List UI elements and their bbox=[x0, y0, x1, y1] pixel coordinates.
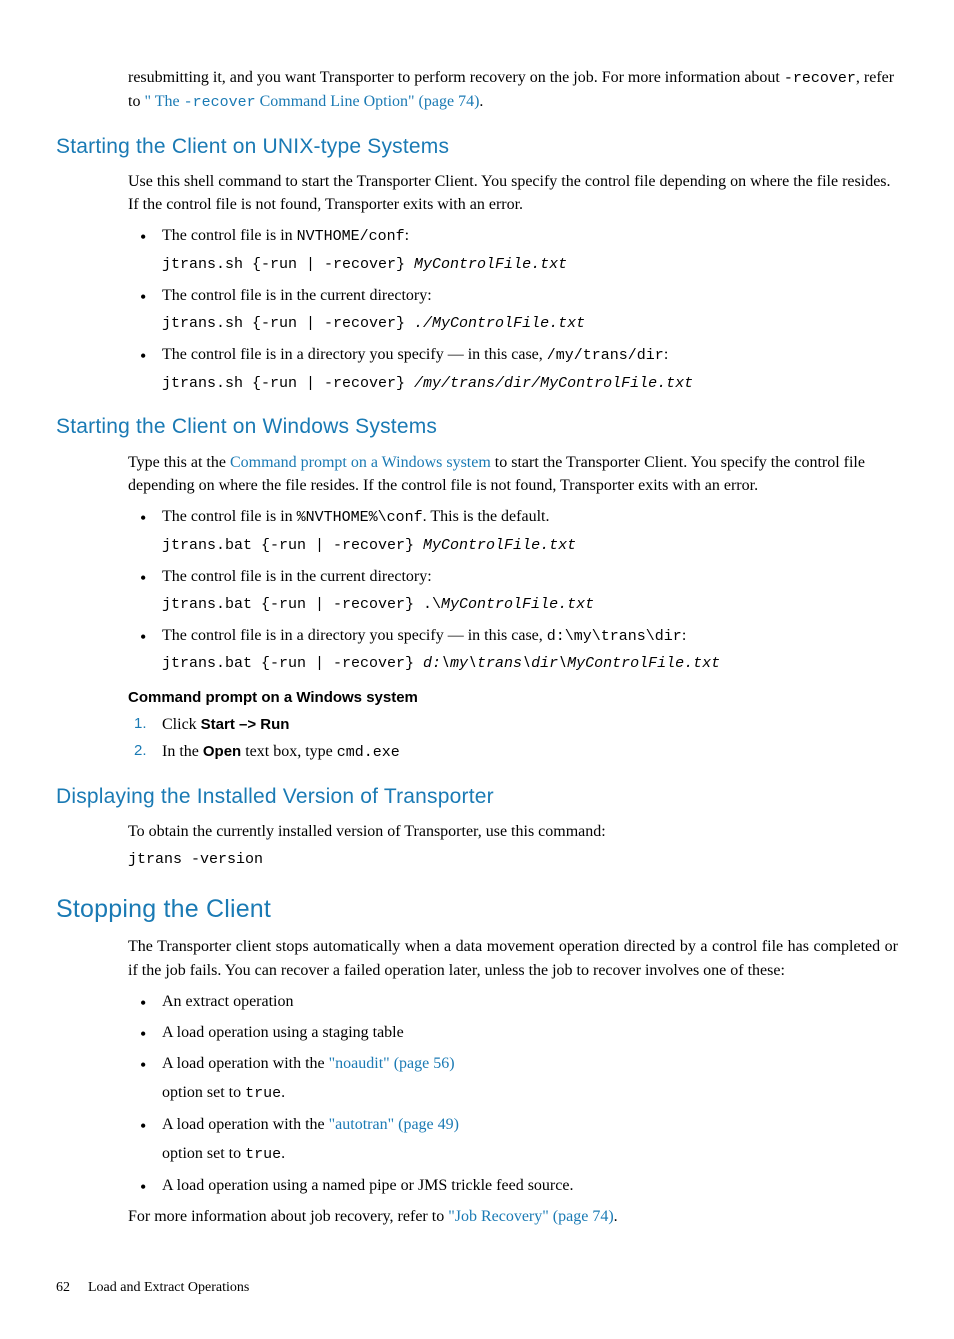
version-p1: To obtain the currently installed versio… bbox=[128, 820, 898, 843]
list-item: A load operation with the "autotran" (pa… bbox=[128, 1113, 898, 1166]
cmd-prompt-link[interactable]: Command prompt on a Windows system bbox=[230, 454, 491, 471]
stop-list: An extract operation A load operation us… bbox=[128, 990, 898, 1197]
code-block: jtrans.bat {-run | -recover} MyControlFi… bbox=[162, 535, 898, 557]
win-p1: Type this at the Command prompt on a Win… bbox=[128, 451, 898, 497]
list-item: The control file is in the current direc… bbox=[128, 565, 898, 616]
unix-list: The control file is in NVTHOME/conf: jtr… bbox=[128, 224, 898, 394]
page-footer: 62 Load and Extract Operations bbox=[56, 1278, 898, 1298]
list-item: The control file is in the current direc… bbox=[128, 284, 898, 335]
chapter-title: Load and Extract Operations bbox=[88, 1280, 249, 1295]
list-item: A load operation using a staging table bbox=[128, 1021, 898, 1044]
job-recovery-link[interactable]: "Job Recovery" (page 74) bbox=[448, 1208, 613, 1225]
code-block: jtrans.sh {-run | -recover} ./MyControlF… bbox=[162, 313, 898, 335]
code-block: jtrans.sh {-run | -recover} MyControlFil… bbox=[162, 254, 898, 276]
intro-paragraph: resubmitting it, and you want Transporte… bbox=[128, 66, 898, 114]
windows-block: Type this at the Command prompt on a Win… bbox=[128, 451, 898, 764]
stop-p2: For more information about job recovery,… bbox=[128, 1205, 898, 1228]
heading-version: Displaying the Installed Version of Tran… bbox=[56, 782, 898, 812]
intro-text-end: . bbox=[479, 93, 483, 110]
cmd-prompt-heading: Command prompt on a Windows system bbox=[128, 687, 898, 709]
list-item: The control file is in NVTHOME/conf: jtr… bbox=[128, 224, 898, 276]
list-item: The control file is in a directory you s… bbox=[128, 624, 898, 676]
list-item: The control file is in %NVTHOME%\conf. T… bbox=[128, 505, 898, 557]
list-item: An extract operation bbox=[128, 990, 898, 1013]
list-item: A load operation using a named pipe or J… bbox=[128, 1174, 898, 1197]
step-item: Click Start –> Run bbox=[128, 713, 898, 736]
list-item: The control file is in a directory you s… bbox=[128, 343, 898, 395]
stopping-block: The Transporter client stops automatical… bbox=[128, 935, 898, 1228]
list-item: A load operation with the "noaudit" (pag… bbox=[128, 1052, 898, 1105]
unix-p1: Use this shell command to start the Tran… bbox=[128, 170, 898, 216]
unix-block: Use this shell command to start the Tran… bbox=[128, 170, 898, 394]
step-item: In the Open text box, type cmd.exe bbox=[128, 740, 898, 764]
code-block: jtrans.sh {-run | -recover} /my/trans/di… bbox=[162, 373, 898, 395]
win-list: The control file is in %NVTHOME%\conf. T… bbox=[128, 505, 898, 675]
page-number: 62 bbox=[56, 1280, 70, 1295]
heading-windows: Starting the Client on Windows Systems bbox=[56, 412, 898, 442]
intro-block: resubmitting it, and you want Transporte… bbox=[128, 66, 898, 114]
heading-stopping: Stopping the Client bbox=[56, 891, 898, 927]
stop-p1: The Transporter client stops automatical… bbox=[128, 935, 898, 981]
intro-text-a: resubmitting it, and you want Transporte… bbox=[128, 69, 784, 86]
heading-unix: Starting the Client on UNIX-type Systems bbox=[56, 132, 898, 162]
version-cmd: jtrans -version bbox=[128, 849, 898, 871]
noaudit-link[interactable]: "noaudit" (page 56) bbox=[329, 1055, 455, 1072]
intro-link[interactable]: " The -recover Command Line Option" (pag… bbox=[144, 93, 479, 110]
version-block: To obtain the currently installed versio… bbox=[128, 820, 898, 871]
code-block: jtrans.bat {-run | -recover} .\MyControl… bbox=[162, 594, 898, 616]
autotran-link[interactable]: "autotran" (page 49) bbox=[329, 1116, 459, 1133]
cmd-steps: Click Start –> Run In the Open text box,… bbox=[128, 713, 898, 764]
intro-code-recover: -recover bbox=[784, 70, 856, 87]
code-block: jtrans.bat {-run | -recover} d:\my\trans… bbox=[162, 653, 898, 675]
